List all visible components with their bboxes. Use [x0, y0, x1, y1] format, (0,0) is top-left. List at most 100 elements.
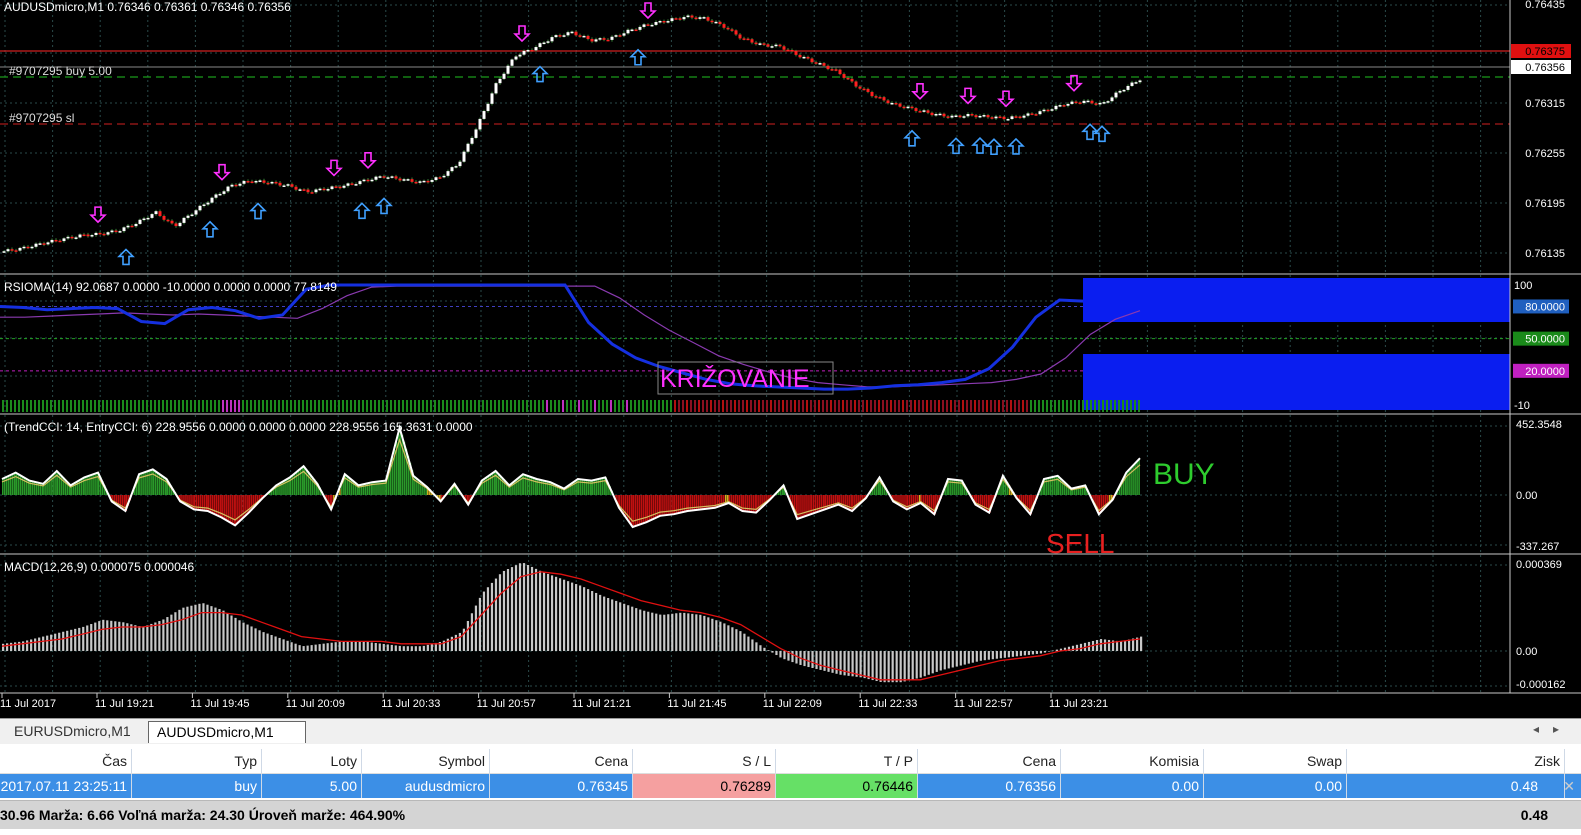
macd-hist-bar	[454, 634, 457, 651]
rsioma-hist-bar	[334, 400, 336, 412]
macd-hist-bar	[10, 642, 13, 651]
candle-body	[518, 54, 522, 57]
col-commission[interactable]: Komisia	[1061, 749, 1204, 773]
col-type[interactable]: Typ	[132, 749, 262, 773]
rsioma-hist-bar	[942, 400, 944, 412]
chart-area[interactable]: 0.76435 0.76375 0.76356 0.76315 0.76255 0.761…	[0, 0, 1581, 718]
cci-hist-bar	[401, 434, 404, 495]
candle-body	[138, 219, 142, 224]
candle-body	[910, 106, 914, 109]
macd-hist-bar	[943, 651, 946, 670]
time-axis-label: 11 Jul 2017	[0, 698, 56, 710]
macd-hist-bar	[394, 645, 397, 651]
rsioma-hist-bar	[646, 400, 648, 412]
macd-hist-bar	[502, 570, 506, 651]
candle-body	[754, 42, 758, 45]
candle-body	[1022, 115, 1026, 118]
rsioma-hist-bar	[878, 400, 880, 412]
candle-body	[490, 93, 494, 104]
rsioma-hist-bar	[310, 400, 312, 412]
cci-hist-bar	[646, 495, 649, 523]
candle-body	[974, 115, 978, 118]
macd-hist-bar	[639, 609, 642, 651]
cci-hist-bar	[1098, 495, 1101, 515]
rsioma-hist-bar	[358, 400, 360, 412]
col-lots[interactable]: Loty	[262, 749, 362, 773]
rsioma-hist-bar	[1054, 400, 1056, 412]
rsioma-hist-bar	[522, 400, 524, 412]
rsioma-hist-bar	[34, 400, 36, 412]
macd-hist-bar	[975, 651, 978, 662]
cci-hist-bar	[160, 475, 163, 495]
tab-audusd[interactable]: AUDUSDmicro,M1	[148, 721, 306, 743]
macd-hist-bar	[1103, 639, 1107, 651]
macd-hist-bar	[306, 645, 309, 651]
macd-hist-bar	[322, 643, 325, 651]
macd-hist-bar	[58, 632, 61, 651]
rsioma-hist-bar	[466, 400, 468, 412]
rsioma-hist-bar	[1098, 400, 1100, 412]
time-axis-label: 11 Jul 21:45	[667, 698, 726, 710]
candle-body	[390, 176, 394, 178]
macd-hist-bar	[691, 613, 694, 651]
trade-sl[interactable]: 0.76289	[633, 774, 776, 798]
col-sl[interactable]: S / L	[633, 749, 776, 773]
candle-body	[374, 176, 378, 180]
macd-hist-bar	[422, 645, 425, 651]
macd-hist-bar	[775, 651, 778, 656]
candle-body	[718, 21, 722, 25]
macd-hist-bar	[238, 620, 241, 651]
col-price2[interactable]: Cena	[918, 749, 1061, 773]
price-scale-label: 0.76375	[1525, 46, 1565, 58]
candle-body	[150, 214, 154, 218]
candle-body	[142, 218, 146, 221]
time-axis-label: 11 Jul 20:33	[381, 698, 440, 710]
col-price[interactable]: Cena	[490, 749, 633, 773]
macd-hist-bar	[30, 639, 33, 651]
candle-body	[1030, 113, 1034, 115]
col-swap[interactable]: Swap	[1204, 749, 1347, 773]
candle-body	[798, 54, 802, 58]
col-profit[interactable]: Zisk	[1347, 749, 1565, 773]
rsioma-hist-bar	[454, 400, 456, 412]
candle-body	[210, 197, 214, 203]
tab-scroll-arrows[interactable]: ◂▸	[1533, 722, 1573, 736]
col-symbol[interactable]: Symbol	[362, 749, 490, 773]
candle-body	[838, 69, 842, 75]
rsioma-hist-bar	[654, 400, 656, 412]
time-axis-label: 11 Jul 22:09	[763, 698, 822, 710]
trade-tp[interactable]: 0.76446	[776, 774, 918, 798]
rsioma-hist-bar	[898, 400, 900, 412]
rsioma-hist-bar	[834, 400, 836, 412]
rsioma-hist-bar	[90, 400, 92, 412]
rsioma-hist-bar	[762, 400, 764, 412]
col-tp[interactable]: T / P	[776, 749, 918, 773]
cci-hist-bar	[662, 495, 664, 516]
candle-body	[274, 181, 278, 184]
rsioma-hist-bar	[690, 400, 692, 412]
macd-hist-bar	[763, 647, 766, 651]
candle-body	[778, 44, 782, 47]
candle-body	[538, 43, 542, 48]
rsioma-hist-bar	[162, 400, 164, 412]
rsioma-hist-bar	[146, 400, 148, 412]
candle-body	[1098, 102, 1102, 105]
rsioma-hist-bar	[922, 400, 924, 412]
rsioma-hist-bar	[558, 400, 560, 412]
candle-body	[734, 30, 738, 35]
tab-eurusd[interactable]: EURUSDmicro,M1	[6, 721, 152, 742]
rsioma-hist-bar	[402, 400, 404, 412]
rsioma-hist-bar	[1086, 400, 1088, 412]
macd-hist-bar	[711, 618, 714, 651]
rsioma-hist-bar	[614, 400, 616, 412]
macd-hist-bar	[418, 646, 421, 651]
macd-hist-bar	[1051, 650, 1055, 652]
candle-body	[398, 178, 402, 181]
candle-body	[546, 41, 550, 43]
close-order-icon[interactable]: ✕	[1563, 774, 1575, 798]
rsioma-hist-bar	[1118, 400, 1120, 412]
col-time[interactable]: Čas	[0, 749, 132, 773]
candle-body	[306, 189, 310, 193]
cci-hist-bar	[497, 473, 500, 495]
trade-row[interactable]: 2017.07.11 23:25:11 buy 5.00 audusdmicro…	[0, 774, 1581, 798]
